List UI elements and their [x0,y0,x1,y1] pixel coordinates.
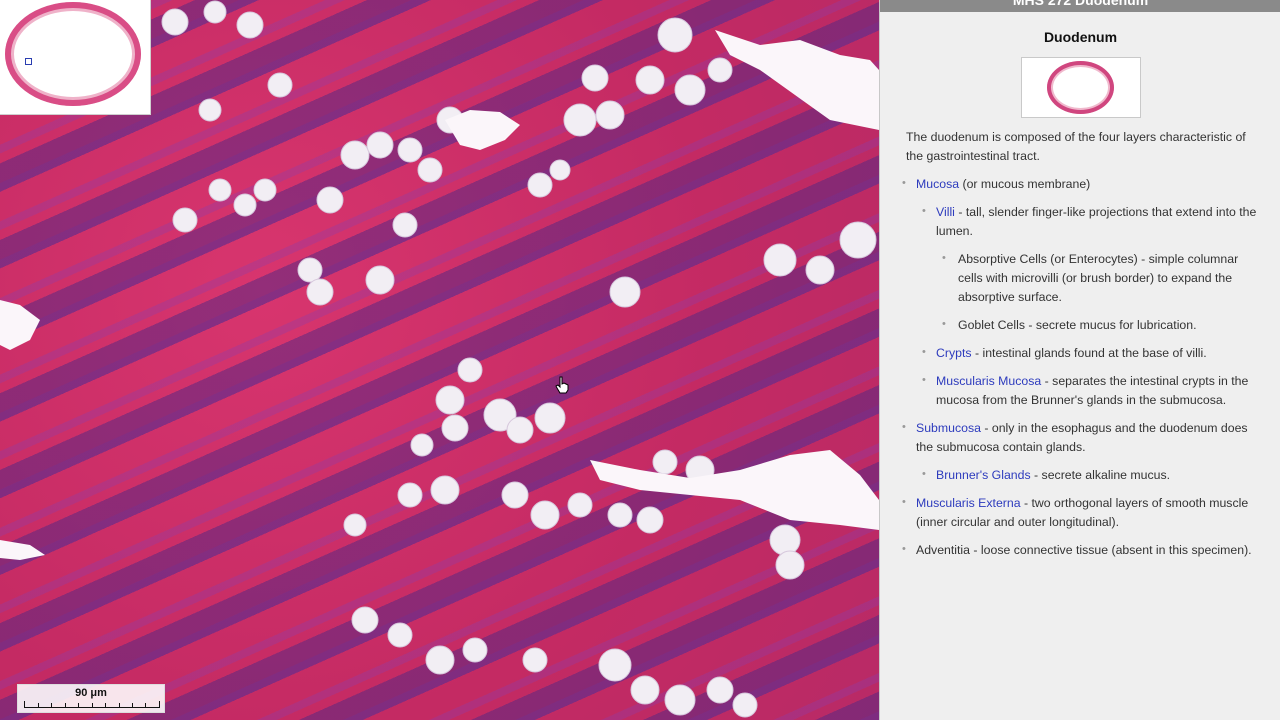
crypts-link[interactable]: Crypts [936,346,972,360]
mucosa-link[interactable]: Mucosa [916,177,959,191]
brunners-glands-link[interactable]: Brunner's Glands [936,468,1031,482]
list-item-mucosa: • Mucosa (or mucous membrane) [902,175,1258,194]
mucosa-description: (or mucous membrane) [959,177,1091,191]
info-panel: MHS 272 Duodenum Duodenum The duodenum i… [879,0,1280,720]
absorptive-cells-description: Absorptive Cells (or Enterocytes) - simp… [958,252,1239,304]
brunners-glands-description: - secrete alkaline mucus. [1030,468,1171,482]
slide-viewer[interactable]: 90 μm [0,0,879,720]
list-item-muscularis-mucosa: • Muscularis Mucosa - separates the inte… [906,372,1258,410]
overview-specimen-thumbnail [5,2,141,106]
bullet-icon: • [902,421,906,433]
goblet-cells-description: Goblet Cells - secrete mucus for lubrica… [958,318,1197,332]
intro-text: The duodenum is composed of the four lay… [906,130,1246,163]
muscularis-externa-link[interactable]: Muscularis Externa [916,496,1021,510]
list-item-muscularis-externa: • Muscularis Externa - two orthogonal la… [902,494,1258,532]
bullet-icon: • [922,468,926,480]
bullet-icon: • [902,543,906,555]
villi-link[interactable]: Villi [936,205,955,219]
scale-bar-label: 90 μm [75,687,107,699]
list-item-crypts: • Crypts - intestinal glands found at th… [906,344,1258,363]
overview-minimap[interactable] [0,0,151,115]
list-item-absorptive-cells: • Absorptive Cells (or Enterocytes) - si… [906,250,1258,307]
list-item-villi: • Villi - tall, slender finger-like proj… [906,203,1258,241]
bullet-icon: • [922,346,926,358]
overview-viewport-indicator[interactable] [25,58,32,65]
submucosa-link[interactable]: Submucosa [916,421,981,435]
bullet-icon: • [902,177,906,189]
bullet-icon: • [922,205,926,217]
list-item-submucosa: • Submucosa - only in the esophagus and … [902,419,1258,457]
villi-description: - tall, slender finger-like projections … [936,205,1257,238]
panel-header-title: MHS 272 Duodenum [1012,0,1149,8]
list-item-brunners-glands: • Brunner's Glands - secrete alkaline mu… [906,466,1258,485]
bullet-icon: • [942,252,946,264]
bullet-icon: • [922,374,926,386]
bullet-icon: • [942,318,946,330]
bullet-icon: • [902,496,906,508]
layer-list: • Mucosa (or mucous membrane) • Villi - … [902,175,1258,560]
specimen-thumbnail[interactable] [1021,57,1141,118]
specimen-ring-image [1047,61,1114,114]
description-content: The duodenum is composed of the four lay… [902,128,1258,569]
page-title: Duodenum [1043,29,1118,45]
adventitia-description: Adventitia - loose connective tissue (ab… [916,543,1252,557]
scale-bar: 90 μm [17,684,165,713]
panel-header: MHS 272 Duodenum [880,0,1280,12]
scale-bar-ruler [24,701,160,708]
hand-pointer-icon [555,376,569,394]
list-item-goblet-cells: • Goblet Cells - secrete mucus for lubri… [906,316,1258,335]
list-item-adventitia: • Adventitia - loose connective tissue (… [902,541,1258,560]
crypts-description: - intestinal glands found at the base of… [971,346,1207,360]
muscularis-mucosa-link[interactable]: Muscularis Mucosa [936,374,1041,388]
